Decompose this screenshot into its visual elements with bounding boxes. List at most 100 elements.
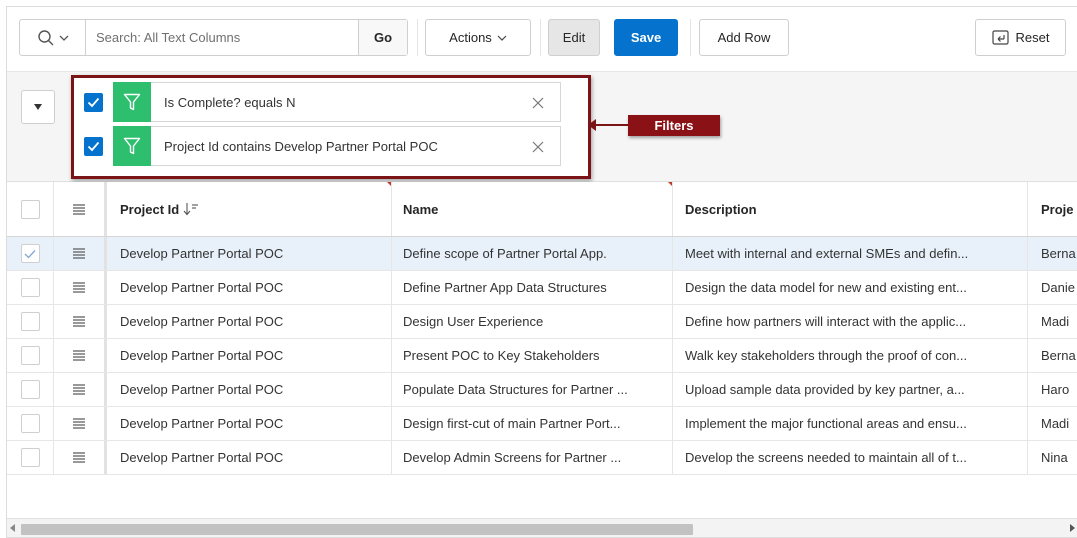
table-row[interactable]: Develop Partner Portal POC Design first-… bbox=[7, 407, 1077, 441]
column-header-name[interactable]: Name bbox=[392, 182, 673, 236]
reset-button[interactable]: Reset bbox=[975, 19, 1066, 56]
filter-funnel-badge bbox=[113, 82, 151, 122]
filter-label[interactable]: Project Id contains Develop Partner Port… bbox=[151, 126, 561, 166]
save-button[interactable]: Save bbox=[614, 19, 678, 56]
table-row[interactable]: Develop Partner Portal POC Define scope … bbox=[7, 237, 1077, 271]
edit-button[interactable]: Edit bbox=[548, 19, 600, 56]
remove-filter-button[interactable] bbox=[516, 127, 560, 167]
cell-project-id[interactable]: Develop Partner Portal POC bbox=[107, 407, 392, 440]
row-actions-cell[interactable] bbox=[54, 373, 107, 406]
column-header-label: Proje bbox=[1041, 201, 1074, 217]
cell-name[interactable]: Define scope of Partner Portal App. bbox=[392, 237, 673, 270]
cell-description[interactable]: Develop the screens needed to maintain a… bbox=[673, 441, 1028, 474]
row-actions-cell[interactable] bbox=[54, 237, 107, 270]
remove-filter-button[interactable] bbox=[516, 83, 560, 123]
scrollbar-thumb[interactable] bbox=[21, 524, 693, 535]
row-select-cell bbox=[7, 373, 54, 406]
cell-name[interactable]: Design User Experience bbox=[392, 305, 673, 338]
scroll-right-arrow[interactable] bbox=[1070, 524, 1075, 532]
cell-project-lead[interactable]: Berna bbox=[1028, 237, 1077, 270]
callout-arrow bbox=[588, 119, 630, 131]
cell-name[interactable]: Develop Admin Screens for Partner ... bbox=[392, 441, 673, 474]
cell-project-id[interactable]: Develop Partner Portal POC bbox=[107, 237, 392, 270]
column-header-label: Name bbox=[403, 201, 439, 217]
row-select-checkbox[interactable] bbox=[20, 414, 40, 433]
close-icon bbox=[532, 97, 544, 109]
hamburger-icon bbox=[73, 452, 85, 463]
cell-name[interactable]: Populate Data Structures for Partner ... bbox=[392, 373, 673, 406]
cell-project-lead[interactable]: Nina bbox=[1028, 441, 1077, 474]
row-actions-cell[interactable] bbox=[54, 305, 107, 338]
column-header-project-lead[interactable]: Proje bbox=[1028, 182, 1077, 236]
row-select-checkbox[interactable] bbox=[20, 380, 40, 399]
checkmark-icon bbox=[87, 97, 100, 108]
hamburger-icon bbox=[73, 418, 85, 429]
horizontal-scrollbar[interactable] bbox=[7, 518, 1077, 537]
search-column-selector[interactable] bbox=[20, 20, 86, 55]
go-button[interactable]: Go bbox=[358, 20, 407, 55]
filter-text: Project Id contains Develop Partner Port… bbox=[164, 138, 438, 154]
table-row[interactable]: Develop Partner Portal POC Populate Data… bbox=[7, 373, 1077, 407]
add-row-button[interactable]: Add Row bbox=[699, 19, 789, 56]
hamburger-icon bbox=[73, 350, 85, 361]
row-actions-cell[interactable] bbox=[54, 271, 107, 304]
grid-table: Project Id Name Description Proje Develo… bbox=[7, 182, 1077, 475]
column-header-label: Description bbox=[685, 201, 757, 217]
cell-project-id[interactable]: Develop Partner Portal POC bbox=[107, 339, 392, 372]
row-select-checkbox[interactable] bbox=[20, 278, 40, 297]
cell-description[interactable]: Implement the major functional areas and… bbox=[673, 407, 1028, 440]
funnel-icon bbox=[123, 137, 141, 154]
table-row[interactable]: Develop Partner Portal POC Present POC t… bbox=[7, 339, 1077, 373]
cell-description[interactable]: Walk key stakeholders through the proof … bbox=[673, 339, 1028, 372]
filter-row: Is Complete? equals N bbox=[84, 82, 561, 122]
cell-project-id[interactable]: Develop Partner Portal POC bbox=[107, 441, 392, 474]
row-select-checkbox[interactable] bbox=[20, 448, 40, 467]
cell-description[interactable]: Meet with internal and external SMEs and… bbox=[673, 237, 1028, 270]
actions-menu-button[interactable]: Actions bbox=[425, 19, 531, 56]
cell-name[interactable]: Present POC to Key Stakeholders bbox=[392, 339, 673, 372]
cell-project-lead[interactable]: Berna bbox=[1028, 339, 1077, 372]
column-header-project-id[interactable]: Project Id bbox=[107, 182, 392, 236]
cell-project-lead[interactable]: Madi bbox=[1028, 305, 1077, 338]
filter-enable-checkbox[interactable] bbox=[84, 137, 103, 156]
row-actions-header bbox=[54, 182, 107, 236]
row-select-cell bbox=[7, 305, 54, 338]
column-header-description[interactable]: Description bbox=[673, 182, 1028, 236]
search-input[interactable] bbox=[87, 20, 357, 55]
hamburger-icon bbox=[73, 316, 85, 327]
select-all-checkbox[interactable] bbox=[20, 199, 40, 219]
cell-project-id[interactable]: Develop Partner Portal POC bbox=[107, 373, 392, 406]
cell-project-lead[interactable]: Danie bbox=[1028, 271, 1077, 304]
scroll-left-arrow[interactable] bbox=[10, 524, 15, 532]
reset-label: Reset bbox=[1015, 30, 1050, 45]
hamburger-icon bbox=[73, 248, 85, 259]
cell-project-lead[interactable]: Haro bbox=[1028, 373, 1077, 406]
cell-description[interactable]: Upload sample data provided by key partn… bbox=[673, 373, 1028, 406]
cell-project-lead[interactable]: Madi bbox=[1028, 407, 1077, 440]
row-select-checkbox[interactable] bbox=[20, 244, 40, 263]
cell-description[interactable]: Define how partners will interact with t… bbox=[673, 305, 1028, 338]
row-select-cell bbox=[7, 441, 54, 474]
table-row[interactable]: Develop Partner Portal POC Design User E… bbox=[7, 305, 1077, 339]
funnel-icon bbox=[123, 93, 141, 110]
hamburger-icon bbox=[73, 203, 85, 215]
row-select-cell bbox=[7, 237, 54, 270]
cell-name[interactable]: Define Partner App Data Structures bbox=[392, 271, 673, 304]
table-row[interactable]: Develop Partner Portal POC Define Partne… bbox=[7, 271, 1077, 305]
collapse-settings-button[interactable] bbox=[21, 90, 55, 124]
grid-body: Develop Partner Portal POC Define scope … bbox=[7, 237, 1077, 475]
sort-descending-icon bbox=[183, 203, 199, 216]
row-select-checkbox[interactable] bbox=[20, 346, 40, 365]
cell-project-id[interactable]: Develop Partner Portal POC bbox=[107, 305, 392, 338]
filter-enable-checkbox[interactable] bbox=[84, 93, 103, 112]
row-actions-cell[interactable] bbox=[54, 407, 107, 440]
row-select-checkbox[interactable] bbox=[20, 312, 40, 331]
close-icon bbox=[532, 141, 544, 153]
cell-description[interactable]: Design the data model for new and existi… bbox=[673, 271, 1028, 304]
cell-name[interactable]: Design first-cut of main Partner Port... bbox=[392, 407, 673, 440]
table-row[interactable]: Develop Partner Portal POC Develop Admin… bbox=[7, 441, 1077, 475]
filter-label[interactable]: Is Complete? equals N bbox=[151, 82, 561, 122]
cell-project-id[interactable]: Develop Partner Portal POC bbox=[107, 271, 392, 304]
row-actions-cell[interactable] bbox=[54, 339, 107, 372]
row-actions-cell[interactable] bbox=[54, 441, 107, 474]
